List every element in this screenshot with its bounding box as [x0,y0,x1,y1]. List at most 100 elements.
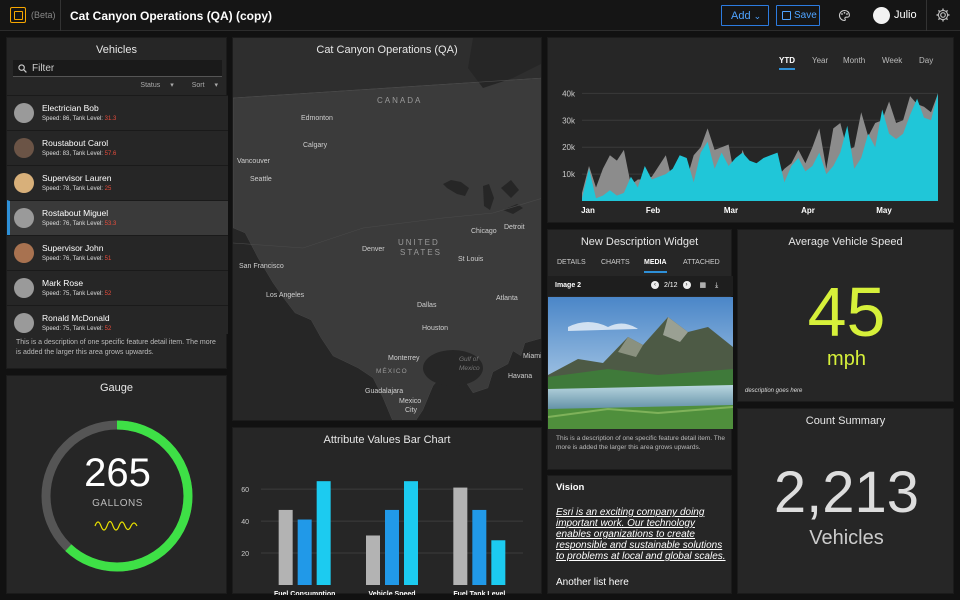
gauge-unit: GALLONS [92,498,143,509]
map-label-city: Seattle [250,176,272,183]
tank-level-value: 57.6 [104,151,117,157]
chevron-right-icon[interactable]: › [682,281,691,290]
vehicle-stats-text: Speed: 83, Tank Level: [42,151,105,157]
tab-attached[interactable]: ATTACHED [683,259,720,266]
image-label: Image 2 [555,282,582,289]
list-item[interactable]: Electrician Bob Speed: 86, Tank Level: 31… [7,95,228,130]
avatar [14,243,34,263]
map-title: Cat Canyon Operations (QA) [316,44,458,56]
map-label-city: Calgary [303,142,328,149]
filter-placeholder: Filter [32,63,55,74]
avatar [14,138,34,158]
vehicle-name: Ronald McDonald [42,313,110,323]
media-image[interactable] [548,297,733,429]
vehicle-name: Supervisor Lauren [42,173,112,183]
app-logo-icon[interactable] [10,7,26,23]
another-list-label: Another list here [556,577,629,588]
tab-charts[interactable]: CHARTS [601,259,630,266]
header-divider [60,0,61,31]
status-dropdown-label: Status [140,82,161,89]
x-tick-label: Fuel Consumption [274,591,335,595]
vehicle-list: Electrician Bob Speed: 86, Tank Level: 31… [7,95,228,334]
x-tick-label: Fuel Tank Level [453,591,505,595]
bar [278,509,293,585]
chevron-left-icon[interactable]: ‹ [651,281,659,290]
list-item[interactable]: Ronald McDonald Speed: 75, Tank Level: 52 [7,305,228,334]
vision-title: Vision [556,482,585,493]
x-tick-label: Feb [646,206,660,215]
save-button[interactable]: Save [776,5,820,26]
save-icon [782,11,791,20]
grid-view-icon[interactable]: ▦ [699,282,706,289]
vehicles-title: Vehicles [96,44,137,56]
bar-chart-panel: Attribute Values Bar Chart 20 40 60 Fuel Co… [232,427,542,598]
x-tick-label: May [876,206,892,215]
vehicle-stats-text: Speed: 75, Tank Level: [42,291,105,297]
vehicle-stats: Speed: 83, Tank Level: 57.6 [42,151,116,157]
vision-text-link[interactable]: Esri is an exciting company doing import… [556,507,730,562]
list-controls: Status ▾ Sort ▾ [124,81,218,89]
gauge-panel: Gauge 265 GALLONS [6,375,227,594]
map-label-city: Mexico [399,398,422,405]
map-label-city: Vancouver [237,158,270,165]
vehicle-name: Mark Rose [42,278,84,288]
map-label-city: Edmonton [301,115,333,122]
list-item[interactable]: Supervisor John Speed: 76, Tank Level: 51 [7,235,228,270]
description-widget: New Description Widget DETAILS CHARTS ME… [547,229,733,470]
gauge-title: Gauge [99,382,134,394]
gauge-value: 265 [84,451,151,495]
gear-icon[interactable] [935,7,951,23]
vehicle-stats: Speed: 76, Tank Level: 51 [42,256,111,262]
list-item-selected[interactable]: Rostabout Miguel Speed: 76, Tank Level: 5… [7,200,228,235]
y-tick-label: 40 [241,519,249,526]
status-dropdown[interactable]: Status ▾ [132,82,173,89]
speed-title: Average Vehicle Speed [788,236,903,248]
vehicle-name: Supervisor John [42,243,104,253]
bar [472,509,487,585]
sort-dropdown-label: Sort [191,82,205,89]
map-label-city: Guadalajara [365,388,404,395]
list-item[interactable]: Mark Rose Speed: 75, Tank Level: 52 [7,270,228,305]
vehicle-name: Rostabout Miguel [42,208,109,218]
pager-text: 2/12 [663,282,678,289]
vehicle-stats: Speed: 76, Tank Level: 53.3 [42,221,116,227]
theme-palette-icon[interactable] [838,9,851,22]
list-item[interactable]: Supervisor Lauren Speed: 78, Tank Level: … [7,165,228,200]
count-panel: Count Summary 2,213 Vehicles [737,408,954,594]
add-button-label: Add [731,10,751,22]
map-label-country: CANADA [377,96,423,105]
tab-details[interactable]: DETAILS [557,259,586,266]
count-title: Count Summary [805,415,886,427]
map-label-city: Monterrey [388,355,420,362]
x-tick-label: Mar [724,206,738,215]
map-label-country: STATES [400,248,442,257]
filter-input[interactable]: Filter [13,60,222,77]
bar-chart-title: Attribute Values Bar Chart [323,434,451,446]
list-item[interactable]: Roustabout Carol Speed: 83, Tank Level: 5… [7,130,228,165]
map-label-city: Chicago [471,228,497,235]
area-chart: 10k 20k 30k 40k Jan Feb Mar Apr May [562,89,938,215]
add-button[interactable]: Add ⌄ [721,5,769,26]
speed-description: description goes here [745,388,803,394]
x-tick-label: Apr [801,206,815,215]
tab-media[interactable]: MEDIA [644,259,667,273]
bar [297,519,312,585]
bar [491,540,506,585]
x-tick-label: Jan [581,206,595,215]
map-label-city: Dallas [417,302,437,309]
y-tick-label: 30k [562,116,576,125]
user-avatar[interactable] [873,7,890,24]
avatar [14,173,34,193]
map-label-city: Denver [362,246,385,253]
x-tick-label: Vehicle Speed [368,591,415,595]
tank-level-value: 52 [104,291,112,297]
chevron-down-icon: ⌄ [753,11,762,21]
map-label-city: Miami [523,353,542,360]
save-button-label: Save [794,10,817,21]
download-icon[interactable]: ⤓ [715,282,718,289]
sort-dropdown[interactable]: Sort ▾ [184,82,218,89]
user-name[interactable]: Julio [894,9,917,21]
tank-level-value: 25 [104,186,112,192]
map-panel[interactable]: Cat Canyon Operations (QA) CANADA UNITED… [232,37,542,421]
tank-level-value: 31.3 [104,116,117,122]
